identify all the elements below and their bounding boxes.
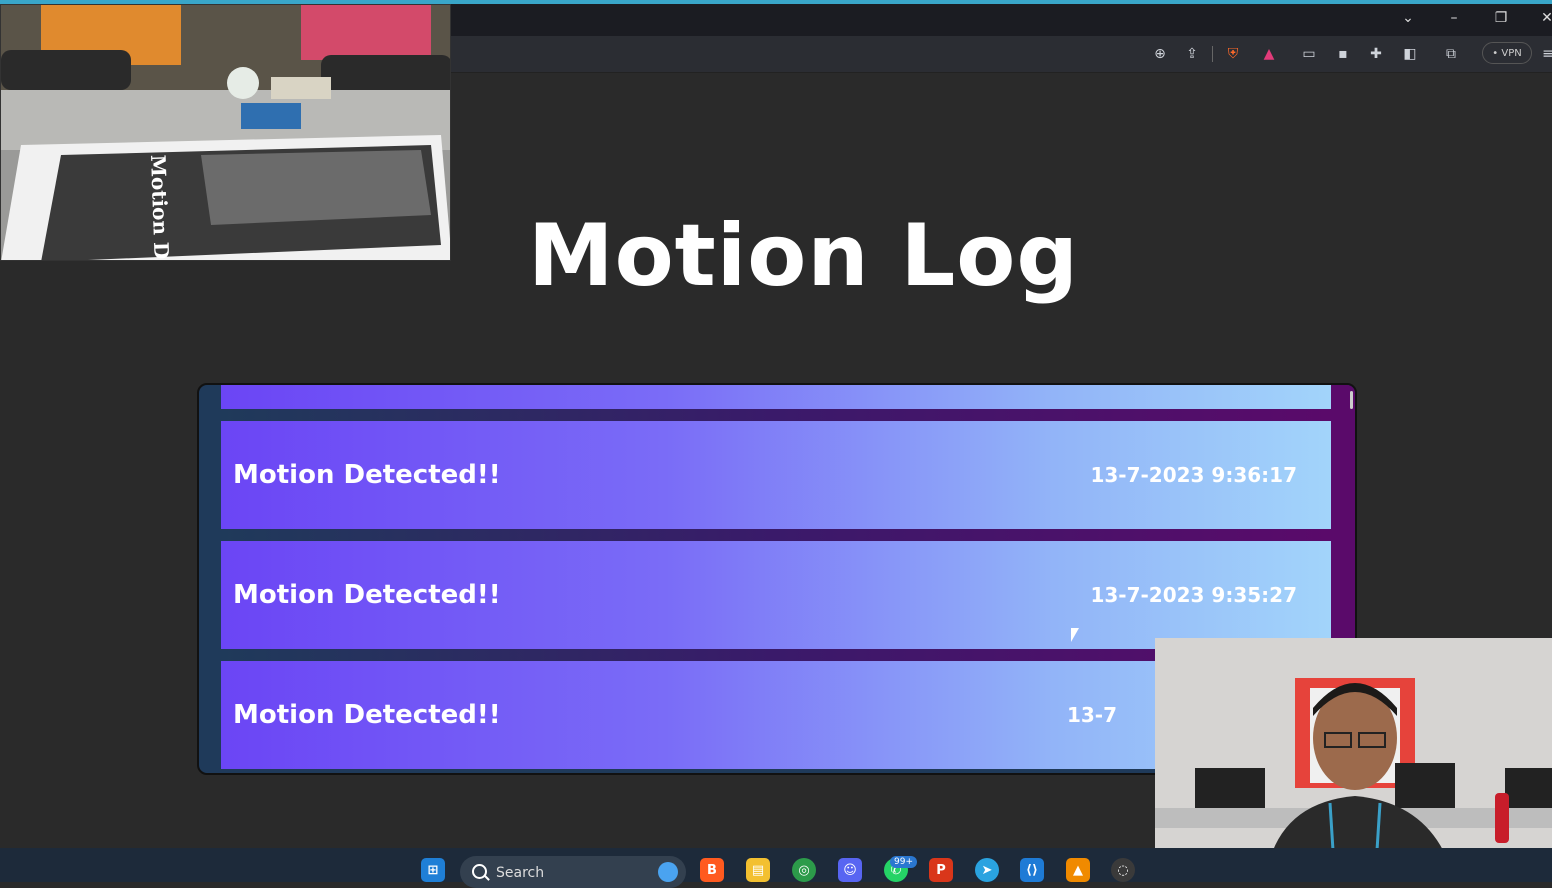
row-divider <box>221 529 1331 541</box>
whatsapp-badge: 99+ <box>890 856 917 868</box>
log-entry: Motion Detected!! 13-7-2023 9:36:17 <box>221 421 1331 529</box>
file-explorer-icon[interactable]: ▤ <box>746 858 770 882</box>
brave-browser-icon[interactable]: B <box>700 858 724 882</box>
page-title: Motion Log <box>528 206 1079 306</box>
webcam-scene-image: Motion Detection Tracking System <box>1 5 450 260</box>
scrollbar-thumb[interactable] <box>1350 391 1353 409</box>
profile-icon[interactable]: ⧉ <box>1441 44 1461 64</box>
chrome-icon[interactable]: ◎ <box>792 858 816 882</box>
log-entry-timestamp: 13-7 <box>1066 703 1117 727</box>
tab-icon[interactable]: ▭ <box>1299 44 1319 64</box>
search-icon <box>472 864 487 879</box>
log-entry-timestamp: 13-7-2023 9:35:27 <box>1090 583 1297 607</box>
telegram-icon[interactable]: ➤ <box>975 858 999 882</box>
minimize-button[interactable]: – <box>1442 10 1466 26</box>
toolbar-divider <box>1212 46 1213 62</box>
log-entry-message: Motion Detected!! <box>233 460 501 490</box>
windows-taskbar <box>0 848 1552 882</box>
powerpoint-icon[interactable]: P <box>929 858 953 882</box>
start-button-windows-icon[interactable]: ⊞ <box>421 858 445 882</box>
log-entry-timestamp: 13-7-2023 9:36:17 <box>1090 463 1297 487</box>
extensions-icon[interactable]: ✚ <box>1366 44 1386 64</box>
brave-shield-icon[interactable]: ⛨ <box>1223 44 1243 64</box>
bing-icon[interactable] <box>658 862 678 882</box>
log-entry-message: Motion Detected!! <box>233 580 501 610</box>
log-header-row <box>221 385 1331 409</box>
search-placeholder: Search <box>496 865 545 881</box>
sidebar-icon[interactable]: ◧ <box>1400 44 1420 64</box>
wallet-icon[interactable]: ▪ <box>1333 44 1353 64</box>
vpn-button[interactable]: • VPN <box>1482 42 1532 64</box>
row-divider <box>221 409 1331 421</box>
zoom-icon[interactable]: ⊕ <box>1150 44 1170 64</box>
vlc-icon[interactable]: ▲ <box>1066 858 1090 882</box>
vscode-icon[interactable]: ⟨⟩ <box>1020 858 1044 882</box>
taskbar-search[interactable]: Search <box>460 856 686 888</box>
restore-button[interactable]: ❐ <box>1489 10 1513 26</box>
log-entry-message: Motion Detected!! <box>233 700 501 730</box>
webcam-person-image <box>1155 638 1552 882</box>
menu-icon[interactable]: ≡ <box>1538 44 1552 64</box>
close-button[interactable]: ✕ <box>1535 10 1552 26</box>
brave-rewards-icon[interactable]: ▲ <box>1259 44 1279 64</box>
share-icon[interactable]: ⇪ <box>1182 44 1202 64</box>
webcam-overlay-bottom <box>1155 638 1552 882</box>
log-entry: Motion Detected!! 13-7-2023 9:35:27 <box>221 541 1331 649</box>
mouse-cursor-icon <box>1071 628 1079 642</box>
app-icon[interactable]: ◌ <box>1111 858 1135 882</box>
tab-list-chevron-icon[interactable]: ⌄ <box>1396 10 1420 26</box>
webcam-overlay-top: Motion Detection Tracking System <box>0 4 451 261</box>
discord-icon[interactable]: ☺ <box>838 858 862 882</box>
